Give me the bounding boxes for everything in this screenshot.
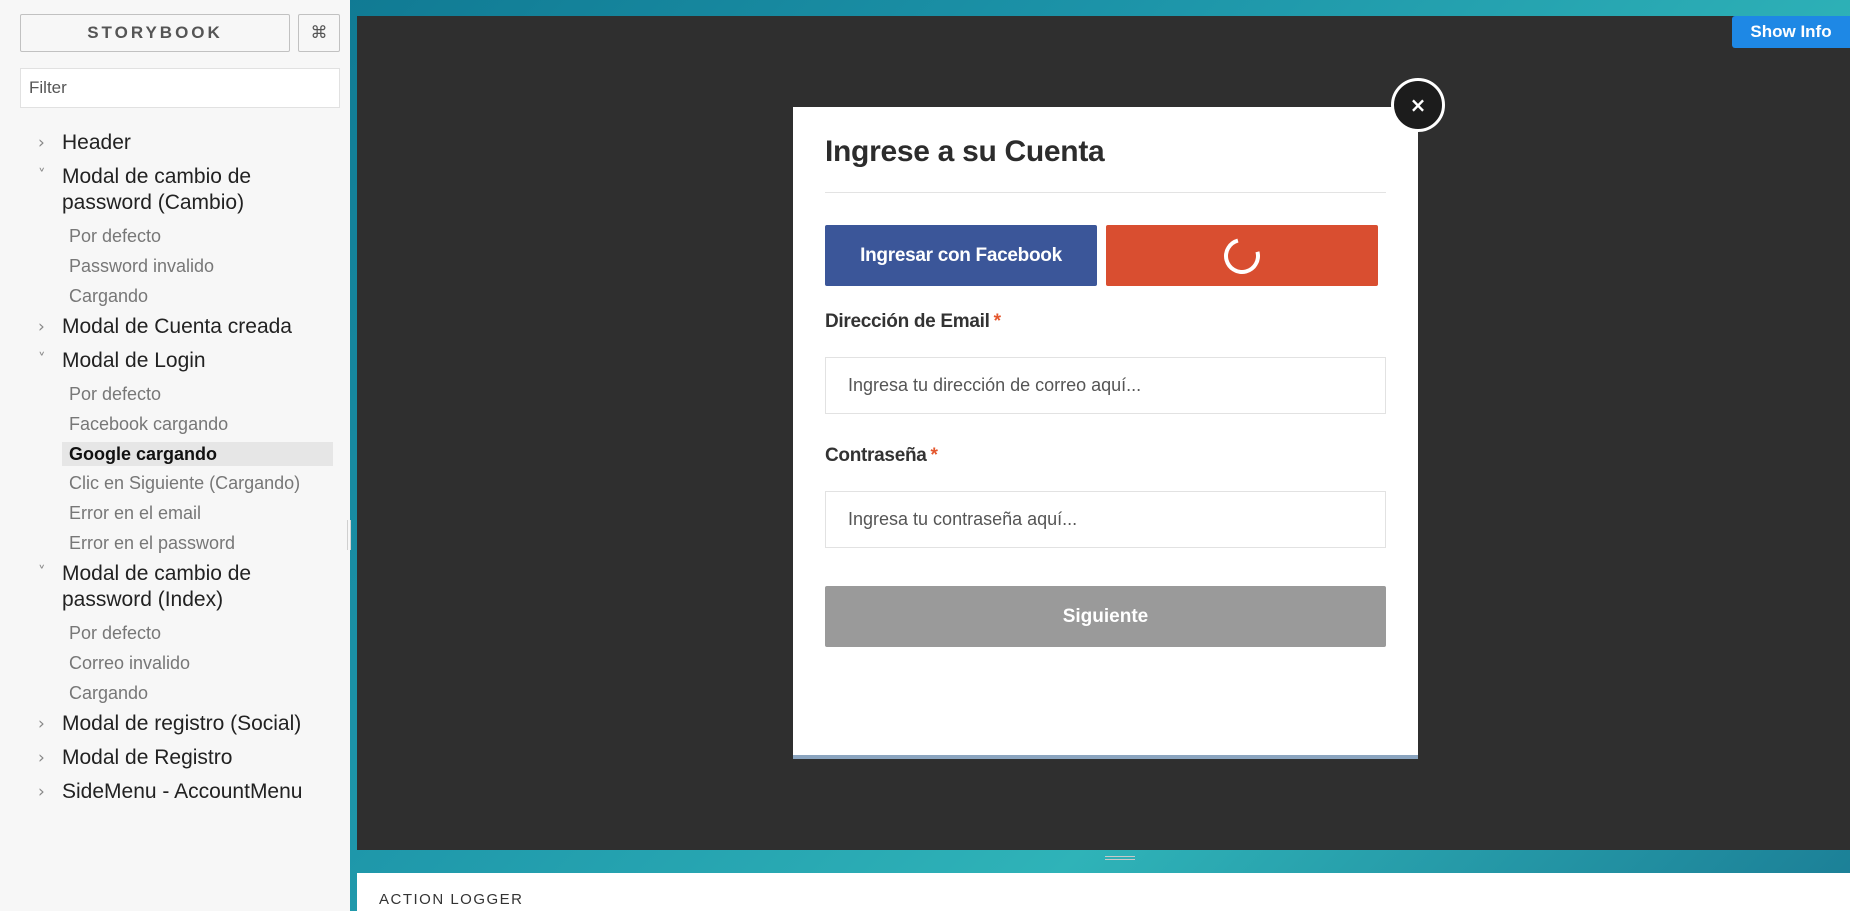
- email-input[interactable]: [825, 357, 1386, 414]
- close-modal-button[interactable]: ×: [1391, 78, 1445, 132]
- keyboard-shortcuts-button[interactable]: ⌘: [298, 14, 340, 52]
- story-item[interactable]: Password invalido: [0, 254, 330, 278]
- story-item[interactable]: Por defecto: [0, 621, 330, 645]
- story-kind-label: Modal de Login: [62, 349, 206, 372]
- story-kind[interactable]: › SideMenu - AccountMenu: [0, 779, 330, 805]
- addon-panel: ACTION LOGGER: [357, 873, 1850, 911]
- story-kind-label: Modal de cambio de password (Index): [62, 562, 252, 611]
- password-label: Contraseña *: [825, 445, 938, 467]
- sidebar-resize-handle[interactable]: [347, 520, 351, 550]
- addon-panel-resize-handle[interactable]: [1105, 856, 1135, 860]
- email-label-text: Dirección de Email: [825, 311, 990, 332]
- email-label: Dirección de Email *: [825, 311, 1001, 333]
- story-kind[interactable]: ˅ Modal de cambio de password (Cambio): [0, 164, 330, 216]
- story-kind-label: SideMenu - AccountMenu: [62, 780, 303, 803]
- story-item[interactable]: Clic en Siguiente (Cargando): [0, 472, 330, 495]
- chevron-right-icon: ›: [38, 317, 45, 337]
- story-item[interactable]: Google cargando: [62, 442, 333, 466]
- loading-spinner-icon: [1217, 230, 1267, 281]
- story-item[interactable]: Correo invalido: [0, 651, 330, 675]
- story-kind-label: Modal de Registro: [62, 746, 233, 769]
- story-kind-label: Modal de cambio de password (Cambio): [62, 165, 252, 214]
- story-item[interactable]: Por defecto: [0, 382, 330, 406]
- story-kind[interactable]: ˅ Modal de Login: [0, 348, 330, 374]
- story-item[interactable]: Cargando: [0, 681, 330, 705]
- chevron-down-icon: ˅: [38, 166, 46, 184]
- filter-input[interactable]: [20, 68, 340, 108]
- story-kind-label: Modal de registro (Social): [62, 712, 302, 735]
- story-kind[interactable]: ˅ Modal de cambio de password (Index): [0, 561, 330, 613]
- chevron-right-icon: ›: [38, 133, 45, 153]
- chevron-right-icon: ›: [38, 748, 45, 768]
- required-mark: *: [993, 311, 1001, 332]
- story-kind[interactable]: › Modal de Cuenta creada: [0, 314, 330, 340]
- chevron-down-icon: ˅: [38, 563, 46, 581]
- required-mark: *: [930, 445, 938, 466]
- story-kind[interactable]: › Modal de registro (Social): [0, 711, 330, 737]
- storybook-sidebar: STORYBOOK ⌘ › Header ˅ Modal de cambio de p…: [0, 0, 351, 911]
- stories-tree: › Header ˅ Modal de cambio de password (Cam…: [0, 130, 350, 813]
- story-kind-label: Modal de Cuenta creada: [62, 315, 292, 338]
- story-item[interactable]: Facebook cargando: [0, 412, 330, 436]
- show-info-button[interactable]: Show Info: [1732, 16, 1850, 48]
- chevron-right-icon: ›: [38, 782, 45, 802]
- story-item[interactable]: Error en el password: [0, 531, 330, 555]
- modal-divider: [825, 192, 1386, 193]
- addon-tab-action-logger[interactable]: ACTION LOGGER: [379, 891, 524, 908]
- google-login-button[interactable]: [1106, 225, 1378, 286]
- chevron-down-icon: ˅: [38, 350, 46, 368]
- story-kind-label: Header: [62, 131, 131, 154]
- facebook-login-button[interactable]: Ingresar con Facebook: [825, 225, 1097, 286]
- login-modal: Ingrese a su Cuenta Ingresar con Faceboo…: [793, 107, 1418, 759]
- story-kind[interactable]: › Header: [0, 130, 330, 156]
- password-label-text: Contraseña: [825, 445, 927, 466]
- story-item[interactable]: Por defecto: [0, 224, 330, 248]
- next-button[interactable]: Siguiente: [825, 586, 1386, 647]
- story-item[interactable]: Cargando: [0, 284, 330, 308]
- password-input[interactable]: [825, 491, 1386, 548]
- storybook-brand-button[interactable]: STORYBOOK: [20, 14, 290, 52]
- chevron-right-icon: ›: [38, 714, 45, 734]
- story-item[interactable]: Error en el email: [0, 501, 330, 525]
- story-kind[interactable]: › Modal de Registro: [0, 745, 330, 771]
- modal-title: Ingrese a su Cuenta: [825, 135, 1105, 168]
